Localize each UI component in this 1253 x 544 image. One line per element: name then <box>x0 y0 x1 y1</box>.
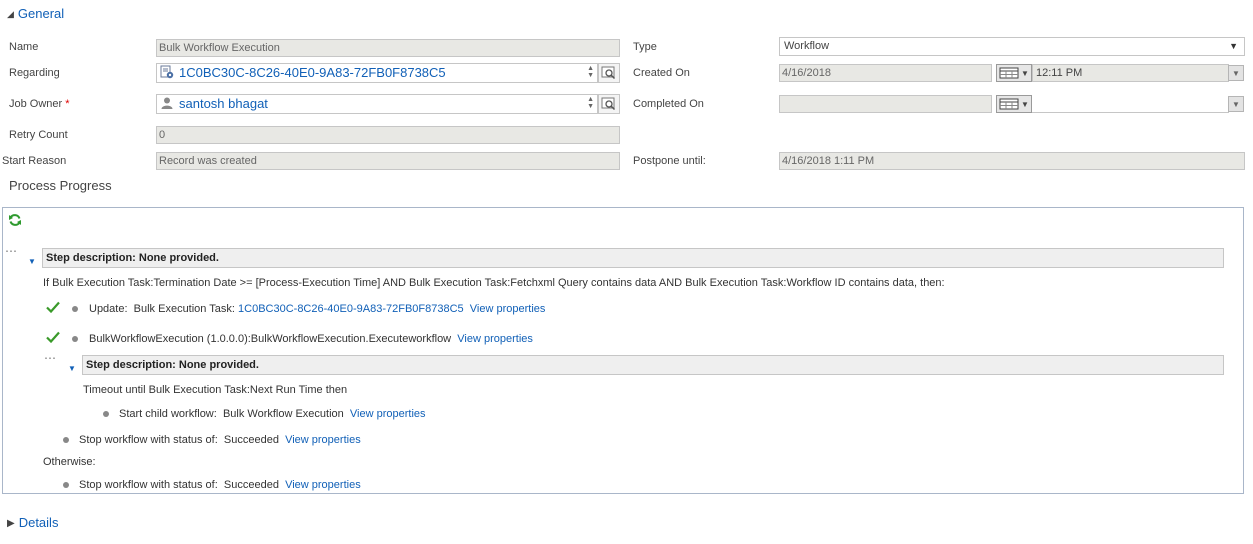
bullet-icon <box>63 437 69 443</box>
update-entity: Bulk Execution Task: <box>133 303 235 315</box>
completed-on-date-field[interactable] <box>779 95 992 113</box>
type-select[interactable]: Workflow ▼ <box>779 37 1245 56</box>
chevron-down-icon: ▼ <box>1021 68 1029 78</box>
update-label: Update: <box>89 303 128 315</box>
regarding-label: Regarding <box>9 67 60 79</box>
expand-triangle-icon: ▶ <box>7 518 15 529</box>
chevron-down-icon: ▼ <box>1232 99 1240 109</box>
bullet-icon <box>72 336 78 342</box>
bullet-icon <box>103 411 109 417</box>
step-expand-arrow-icon[interactable]: ▼ <box>68 364 76 373</box>
user-icon <box>161 97 173 109</box>
condition-text: If Bulk Execution Task:Termination Date … <box>43 277 945 289</box>
checkmark-icon <box>46 301 60 313</box>
type-select-value: Workflow <box>784 40 830 52</box>
job-owner-link[interactable]: santosh bhagat <box>179 96 268 111</box>
completed-on-time-dropdown[interactable]: ▼ <box>1228 96 1244 112</box>
bullet-icon <box>72 306 78 312</box>
start-reason-label: Start Reason <box>2 155 67 167</box>
regarding-lookup[interactable]: 1C0BC30C-8C26-40E0-9A83-72FB0F8738C5 ▲ ▼ <box>156 63 598 83</box>
chevron-down-icon: ▼ <box>1021 99 1029 109</box>
retry-count-field[interactable]: 0 <box>156 126 620 144</box>
record-entity-icon <box>160 65 174 79</box>
step-loading-icon: ⋯ <box>5 244 17 258</box>
step-loading-icon: ⋯ <box>44 351 56 365</box>
postpone-field[interactable]: 4/16/2018 1:11 PM <box>779 152 1245 170</box>
created-on-time-field[interactable]: 12:11 PM <box>1032 64 1229 82</box>
child-workflow-step: Start child workflow: Bulk Workflow Exec… <box>119 408 426 420</box>
step-description-bar[interactable]: Step description: None provided. <box>42 248 1224 268</box>
job-owner-lookup-button[interactable] <box>598 94 620 114</box>
bullet-icon <box>63 482 69 488</box>
lookup-search-icon <box>601 97 616 111</box>
collapse-triangle-icon: ◢ <box>7 9 14 19</box>
details-header-label: Details <box>18 515 59 530</box>
regarding-link[interactable]: 1C0BC30C-8C26-40E0-9A83-72FB0F8738C5 <box>179 65 446 80</box>
details-section-header[interactable]: ▶ Details <box>7 515 58 530</box>
step-description-bar[interactable]: Step description: None provided. <box>82 355 1224 375</box>
type-label: Type <box>633 41 657 53</box>
job-owner-lookup[interactable]: santosh bhagat ▲ ▼ <box>156 94 598 114</box>
name-label: Name <box>9 41 39 53</box>
chevron-down-icon: ▼ <box>1232 68 1240 78</box>
stop-workflow-step-otherwise: Stop workflow with status of: Succeeded … <box>79 479 361 491</box>
stop-value: Succeeded <box>223 479 279 491</box>
created-on-calendar-button[interactable]: ▼ <box>996 64 1032 82</box>
view-properties-link[interactable]: View properties <box>350 408 426 420</box>
job-owner-label: Job Owner * <box>9 98 69 110</box>
update-record-link[interactable]: 1C0BC30C-8C26-40E0-9A83-72FB0F8738C5 <box>238 303 464 315</box>
checkmark-icon <box>46 331 60 343</box>
stop-label: Stop workflow with status of: <box>79 434 218 446</box>
calendar-icon <box>999 98 1019 110</box>
view-properties-link[interactable]: View properties <box>470 303 546 315</box>
view-properties-link[interactable]: View properties <box>285 434 361 446</box>
required-asterisk: * <box>65 98 70 110</box>
start-reason-field[interactable]: Record was created <box>156 152 620 170</box>
lookup-scroll-arrows-icon[interactable]: ▲ ▼ <box>587 96 594 110</box>
process-progress-title: Process Progress <box>9 178 112 193</box>
custom-activity-step: BulkWorkflowExecution (1.0.0.0):BulkWork… <box>89 333 533 345</box>
timeout-text: Timeout until Bulk Execution Task:Next R… <box>83 384 348 396</box>
completed-on-calendar-button[interactable]: ▼ <box>996 95 1032 113</box>
calendar-icon <box>999 67 1019 79</box>
job-owner-label-text: Job Owner <box>9 98 63 110</box>
created-on-time-dropdown[interactable]: ▼ <box>1228 65 1244 81</box>
general-header-label: General <box>17 6 65 21</box>
regarding-lookup-button[interactable] <box>598 63 620 83</box>
child-workflow-label: Start child workflow: <box>119 408 217 420</box>
update-step: Update: Bulk Execution Task: 1C0BC30C-8C… <box>89 303 545 315</box>
view-properties-link[interactable]: View properties <box>285 479 361 491</box>
completed-on-time-field[interactable] <box>1032 95 1229 113</box>
stop-value: Succeeded <box>223 434 279 446</box>
lookup-scroll-arrows-icon[interactable]: ▲ ▼ <box>587 65 594 79</box>
stop-label: Stop workflow with status of: <box>79 479 218 491</box>
otherwise-text: Otherwise: <box>43 456 96 468</box>
refresh-icon[interactable] <box>8 213 22 227</box>
postpone-label: Postpone until: <box>633 155 706 167</box>
child-workflow-value: Bulk Workflow Execution <box>222 408 344 420</box>
custom-step-text: BulkWorkflowExecution (1.0.0.0):BulkWork… <box>89 333 452 345</box>
step-expand-arrow-icon[interactable]: ▼ <box>28 257 36 266</box>
stop-workflow-step: Stop workflow with status of: Succeeded … <box>79 434 361 446</box>
completed-on-label: Completed On <box>633 98 704 110</box>
dropdown-arrow-icon: ▼ <box>1229 41 1238 51</box>
name-field[interactable]: Bulk Workflow Execution <box>156 39 620 57</box>
retry-count-label: Retry Count <box>9 129 68 141</box>
created-on-date-field[interactable]: 4/16/2018 <box>779 64 992 82</box>
view-properties-link[interactable]: View properties <box>457 333 533 345</box>
created-on-label: Created On <box>633 67 690 79</box>
lookup-search-icon <box>601 66 616 80</box>
general-section-header[interactable]: ◢ General <box>7 6 64 21</box>
